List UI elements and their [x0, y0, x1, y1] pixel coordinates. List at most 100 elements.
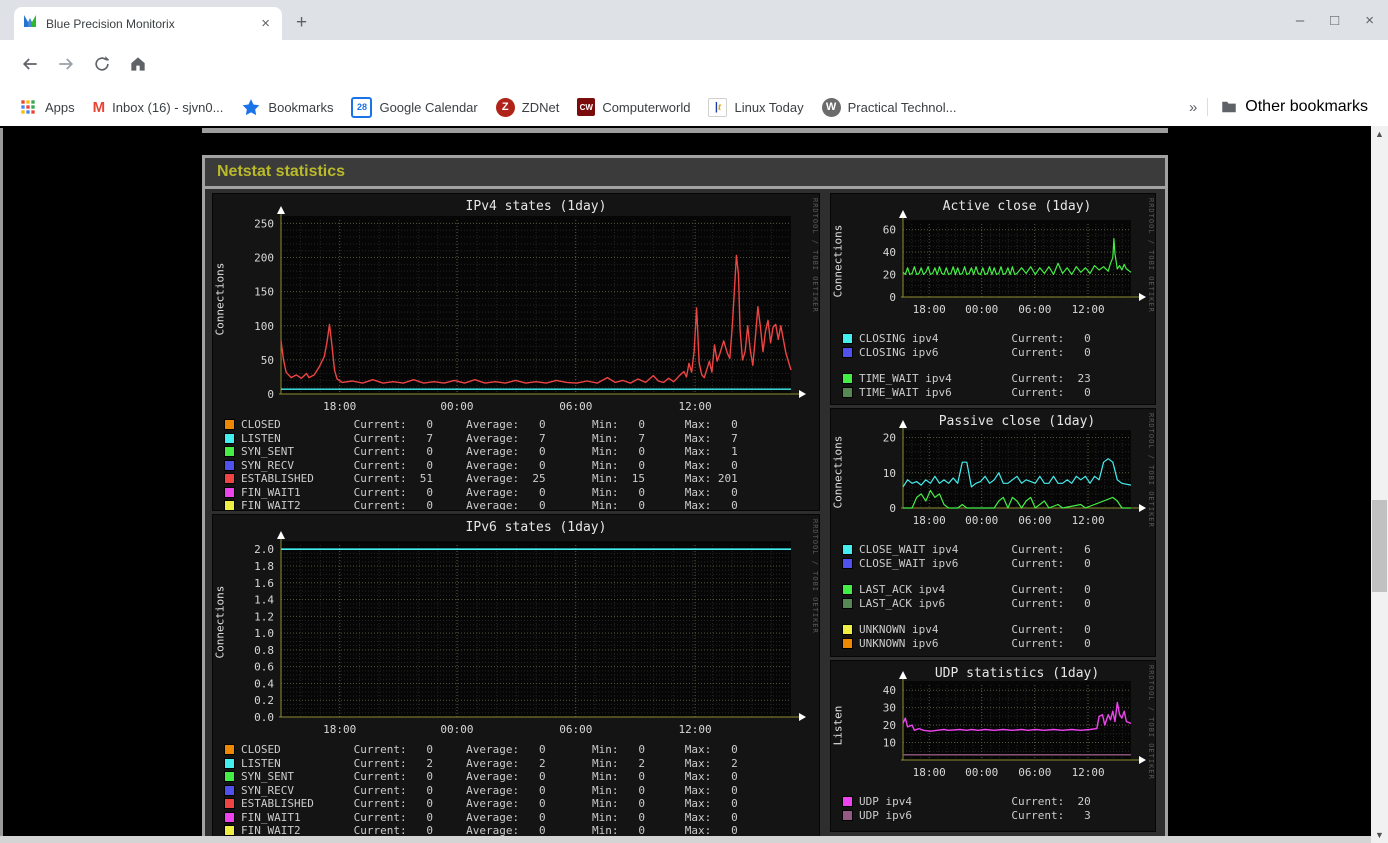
vertical-scrollbar[interactable]: ▲ ▼: [1371, 126, 1388, 843]
graph-active-close[interactable]: 0 20 40 60 18:00 00:00 06:00 12:00 Active close …: [830, 193, 1156, 405]
bookmark-item-bookmarks[interactable]: Bookmarks: [241, 97, 333, 117]
window-titlebar: Blue Precision Monitorix × + – □ ×: [0, 0, 1388, 40]
svg-text:20: 20: [883, 269, 896, 282]
svg-text:10: 10: [883, 467, 896, 480]
zdnet-icon: Z: [495, 97, 515, 117]
svg-text:18:00: 18:00: [913, 766, 946, 779]
legend-text: TIME_WAIT ipv4 Current: 23: [859, 372, 1091, 386]
legend-swatch: [842, 796, 853, 808]
legend-swatch: [842, 557, 853, 569]
graph-udp-statistics[interactable]: 10 20 30 40 18:00 00:00 06:00 12:00 UDP statisti…: [830, 660, 1156, 832]
other-bookmarks-button[interactable]: Other bookmarks: [1207, 98, 1368, 116]
legend-text: LAST_ACK ipv6 Current: 0: [859, 596, 1091, 610]
svg-text:06:00: 06:00: [559, 400, 592, 412]
svg-text:12:00: 12:00: [679, 723, 712, 736]
svg-text:0.8: 0.8: [254, 644, 274, 657]
legend-row: SYN_RECV Current: 0 Average: 0 Min: 0 Ma…: [224, 784, 738, 798]
svg-text:1.8: 1.8: [254, 560, 274, 573]
window-close-button[interactable]: ×: [1365, 12, 1374, 29]
svg-text:200: 200: [254, 252, 274, 265]
window-minimize-button[interactable]: –: [1296, 12, 1304, 29]
bookmark-item-linux-today[interactable]: | t Linux Today: [708, 97, 804, 117]
legend-swatch: [842, 333, 853, 345]
y-axis-label: Connections: [213, 585, 227, 659]
svg-text:12:00: 12:00: [1072, 303, 1105, 316]
legend-text: CLOSED Current: 0 Average: 0 Min: 0 Max:…: [241, 743, 738, 757]
browser-tab[interactable]: Blue Precision Monitorix ×: [14, 7, 282, 40]
bookmark-item-computerworld[interactable]: CW Computerworld: [577, 98, 690, 116]
svg-text:00:00: 00:00: [965, 766, 998, 779]
legend-row: CLOSE_WAIT ipv6 Current: 0: [842, 556, 1091, 571]
bookmark-item-apps[interactable]: Apps: [18, 97, 75, 117]
legend-row: UNKNOWN ipv6 Current: 0: [842, 636, 1091, 651]
svg-text:18:00: 18:00: [323, 400, 356, 412]
svg-text:0: 0: [267, 388, 274, 401]
bookmark-item-practical-technol[interactable]: W Practical Technol...: [821, 97, 957, 117]
rrdtool-credit: RRDTOOL / TOBI OETIKER: [1147, 413, 1155, 528]
legend-swatch: [224, 473, 235, 485]
tab-close-icon[interactable]: ×: [257, 15, 274, 32]
svg-text:06:00: 06:00: [559, 723, 592, 736]
legend-text: SYN_SENT Current: 0 Average: 0 Min: 0 Ma…: [241, 445, 738, 459]
legend-row: FIN_WAIT1 Current: 0 Average: 0 Min: 0 M…: [224, 486, 738, 500]
scroll-down-arrow-icon[interactable]: ▼: [1371, 827, 1388, 843]
svg-text:20: 20: [883, 432, 896, 445]
bookmarks-overflow-chevron[interactable]: »: [1179, 99, 1207, 116]
graph-passive-close[interactable]: 0 10 20 18:00 00:00 06:00 12:00 Passive close (…: [830, 408, 1156, 657]
legend-text: UNKNOWN ipv6 Current: 0: [859, 636, 1091, 650]
window-maximize-button[interactable]: □: [1330, 12, 1339, 29]
legend-text: LISTEN Current: 7 Average: 7 Min: 7 Max:…: [241, 431, 738, 445]
scrollbar-thumb[interactable]: [1372, 500, 1387, 592]
svg-text:IPv4 states (1day): IPv4 states (1day): [466, 199, 607, 214]
legend-text: CLOSE_WAIT ipv6 Current: 0: [859, 556, 1091, 570]
calendar-icon: 28: [351, 96, 373, 118]
svg-text:Active close (1day): Active close (1day): [943, 199, 1092, 214]
page-bottom-edge: [0, 836, 1371, 843]
svg-text:06:00: 06:00: [1018, 766, 1051, 779]
y-axis-label: Connections: [831, 435, 845, 509]
bookmark-item-inbox-16-sjvn0[interactable]: M Inbox (16) - sjvn0...: [93, 99, 224, 116]
scroll-up-arrow-icon[interactable]: ▲: [1371, 126, 1388, 142]
bookmark-item-google-calendar[interactable]: 28 Google Calendar: [351, 96, 478, 118]
svg-text:0.2: 0.2: [254, 694, 274, 707]
svg-text:0: 0: [889, 291, 896, 304]
legend-swatch: [224, 500, 235, 510]
svg-text:50: 50: [261, 354, 274, 367]
svg-text:0.4: 0.4: [254, 677, 274, 690]
reload-button[interactable]: [88, 50, 116, 78]
graph-ipv4-states[interactable]: 0 50 100 150 200 250 18:00 00:00 06:00 12:00 IPv4 …: [212, 193, 820, 511]
page-left-edge: [0, 128, 3, 836]
legend-text: CLOSING ipv6 Current: 0: [859, 345, 1091, 359]
y-axis-label: Listen: [831, 705, 845, 746]
back-button[interactable]: [16, 50, 44, 78]
previous-table-edge: [202, 128, 1168, 133]
bookmark-label: ZDNet: [521, 99, 560, 115]
svg-text:18:00: 18:00: [323, 723, 356, 736]
svg-text:20: 20: [883, 719, 896, 732]
legend-row: CLOSING ipv6 Current: 0: [842, 345, 1091, 360]
favicon-monitorix: [22, 13, 38, 34]
legend-swatch: [842, 386, 853, 398]
forward-button[interactable]: [52, 50, 80, 78]
svg-text:1.6: 1.6: [254, 577, 274, 590]
legend-text: ESTABLISHED Current: 51 Average: 25 Min:…: [241, 472, 738, 486]
new-tab-button[interactable]: +: [296, 12, 307, 34]
bookmark-item-zdnet[interactable]: Z ZDNet: [495, 97, 560, 117]
svg-text:12:00: 12:00: [1072, 766, 1105, 779]
legend-group: CLOSE_WAIT ipv4 Current: 6 CLOSE_WAIT ipv…: [842, 543, 1091, 571]
legend-swatch: [224, 446, 235, 458]
rrdtool-credit: RRDTOOL / TOBI OETIKER: [1147, 665, 1155, 780]
svg-text:1.2: 1.2: [254, 610, 274, 623]
svg-text:60: 60: [883, 224, 896, 237]
home-button[interactable]: [124, 50, 152, 78]
legend-swatch: [842, 624, 853, 636]
legend-text: UDP ipv4 Current: 20: [859, 795, 1091, 809]
svg-text:12:00: 12:00: [679, 400, 712, 412]
graph-legend: UDP ipv4 Current: 20 UDP ipv6 Current: 3: [842, 795, 1091, 831]
legend-row: FIN_WAIT2 Current: 0 Average: 0 Min: 0 M…: [224, 499, 738, 510]
svg-text:40: 40: [883, 684, 896, 697]
legend-row: ESTABLISHED Current: 51 Average: 25 Min:…: [224, 472, 738, 486]
graph-ipv6-states[interactable]: 0.0 0.2 0.4 0.6 0.8 1.0 1.2 1.4 1.6 1.8 2.0 18:00 00…: [212, 514, 820, 843]
svg-text:10: 10: [883, 737, 896, 750]
legend-text: CLOSED Current: 0 Average: 0 Min: 0 Max:…: [241, 418, 738, 432]
